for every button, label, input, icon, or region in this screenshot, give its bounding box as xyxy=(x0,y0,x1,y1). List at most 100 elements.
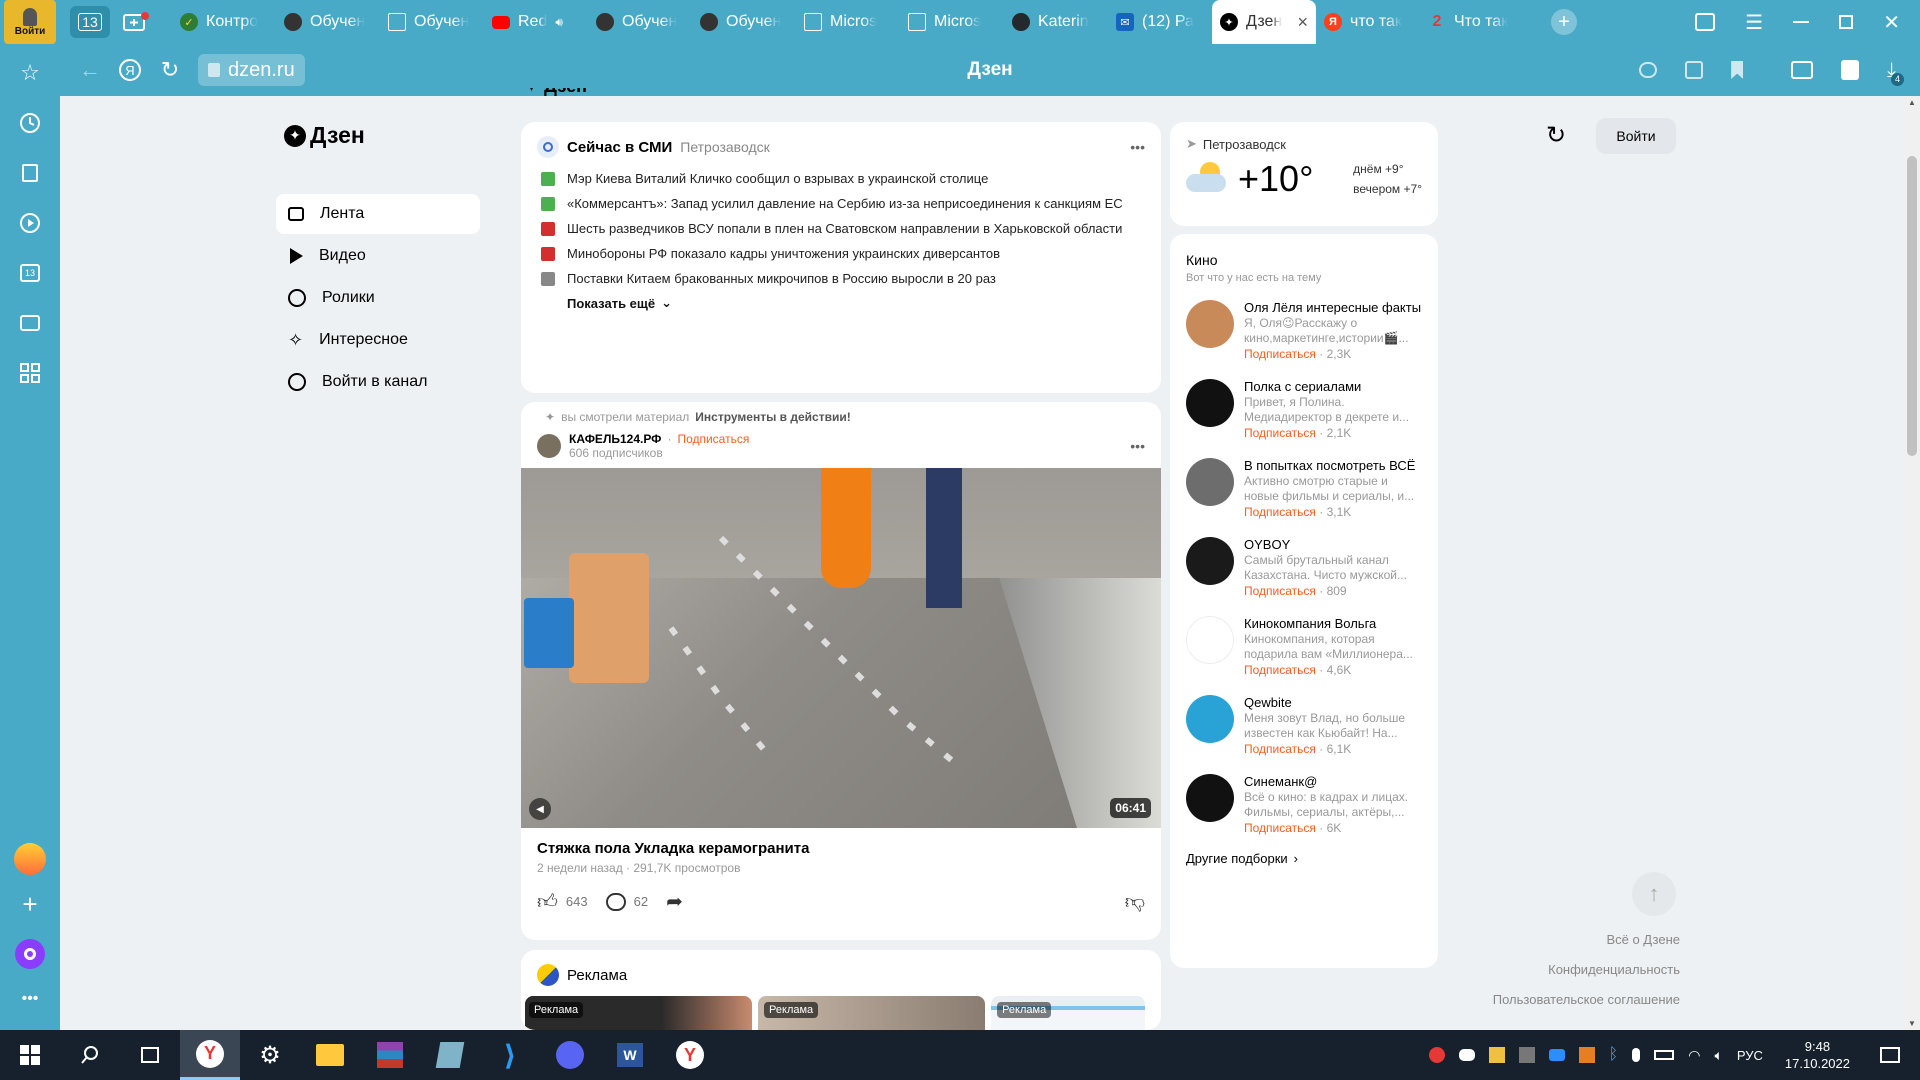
news-item[interactable]: Минобороны РФ показало кадры уничтожения… xyxy=(541,245,1145,262)
tab-8[interactable]: Micros xyxy=(900,0,1004,44)
microphone-icon[interactable] xyxy=(1632,1048,1641,1062)
dzen-logo[interactable]: ✦ Дзен xyxy=(284,122,365,149)
channel-avatar[interactable] xyxy=(537,434,561,458)
tab-1[interactable]: ✓ Контро xyxy=(172,0,276,44)
channel-avatar[interactable] xyxy=(1186,458,1234,506)
subscribe-link[interactable]: Подписаться xyxy=(1244,821,1316,835)
tab-3[interactable]: Обучен xyxy=(380,0,484,44)
tab-10[interactable]: ✉ (12) Ра xyxy=(1108,0,1212,44)
other-collections-link[interactable]: Другие подборки › xyxy=(1186,851,1422,866)
ad-tile[interactable]: Реклама xyxy=(525,996,753,1030)
sidebar-item-video[interactable]: Видео xyxy=(276,236,480,276)
tray-app-icon[interactable] xyxy=(1578,1047,1595,1063)
share-icon[interactable]: ➦ xyxy=(666,889,683,914)
channel-name[interactable]: OYBOY xyxy=(1244,537,1424,553)
channel-avatar[interactable] xyxy=(1186,695,1234,743)
sidebar-item-interesting[interactable]: ✧ Интересное xyxy=(276,320,480,360)
new-tab-button[interactable]: + xyxy=(1542,9,1586,35)
subscribe-link[interactable]: Подписаться xyxy=(1244,347,1316,361)
refresh-icon[interactable]: ↻ xyxy=(1546,122,1574,150)
ad-tile[interactable]: Реклама xyxy=(758,996,986,1030)
dislike-icon[interactable]: 👎︎ xyxy=(1125,890,1145,914)
channel-name[interactable]: В попытках посмотреть ВСЁ xyxy=(1244,458,1424,474)
footer-terms-link[interactable]: Пользовательское соглашение xyxy=(1493,992,1680,1007)
scrollbar-thumb[interactable] xyxy=(1907,156,1917,456)
channel-item[interactable]: Кинокомпания Вольга Кинокомпания, которая… xyxy=(1186,616,1422,678)
channel-name[interactable]: КАФЕЛЬ124.РФ xyxy=(569,432,661,446)
reader-icon[interactable] xyxy=(1791,61,1814,79)
tab-12[interactable]: Ячто так xyxy=(1316,0,1420,44)
bluetooth-icon[interactable]: ᛒ xyxy=(1609,1046,1619,1064)
news-item[interactable]: Мэр Киева Виталий Кличко сообщил о взрыв… xyxy=(541,170,1145,187)
speaker-icon[interactable]: 🔊︎ xyxy=(555,15,563,30)
search-icon[interactable] xyxy=(60,1030,120,1080)
scrollbar[interactable]: ▲ ▼ xyxy=(1904,96,1920,1030)
zoom-tray-icon[interactable] xyxy=(1548,1049,1565,1061)
orange-app-icon[interactable] xyxy=(0,834,60,884)
tray-app-icon[interactable] xyxy=(1518,1047,1535,1063)
channel-item[interactable]: OYBOY Самый брутальный канал Казахстана. … xyxy=(1186,537,1422,599)
tab-4[interactable]: Red 🔊︎ xyxy=(484,0,588,44)
close-tab-icon[interactable]: × xyxy=(1297,12,1308,33)
minimize-icon[interactable] xyxy=(1793,21,1810,23)
scroll-down-arrow[interactable]: ▼ xyxy=(1904,1019,1920,1028)
news-item[interactable]: «Коммерсантъ»: Запад усилил давление на … xyxy=(541,195,1145,212)
notebook-app-icon[interactable] xyxy=(420,1030,480,1080)
tab-2[interactable]: Обучен xyxy=(276,0,380,44)
apps-grid-icon[interactable] xyxy=(0,348,60,398)
url-field[interactable]: dzen.ru xyxy=(198,54,305,86)
screenshot-icon[interactable] xyxy=(0,298,60,348)
subscribe-link[interactable]: Подписаться xyxy=(1244,505,1316,519)
profile-button[interactable]: Войти xyxy=(4,0,56,44)
channel-avatar[interactable] xyxy=(1186,537,1234,585)
vscode-icon[interactable]: ⟩ xyxy=(480,1030,540,1080)
subscribe-link[interactable]: Подписаться xyxy=(1244,663,1316,677)
back-icon[interactable]: ← xyxy=(70,50,110,90)
notifications-icon[interactable] xyxy=(1880,1047,1900,1063)
extension-icon[interactable] xyxy=(1685,61,1704,79)
scroll-to-top-button[interactable]: ↑ xyxy=(1632,872,1676,916)
channel-name[interactable]: Оля Лёля интересные факты xyxy=(1244,300,1424,316)
close-window-icon[interactable]: ✕ xyxy=(1883,10,1900,35)
bookmarks-star-icon[interactable]: ☆ xyxy=(0,48,60,98)
sidebar-item-login-channel[interactable]: Войти в канал xyxy=(276,362,480,402)
language-indicator[interactable]: РУС xyxy=(1737,1048,1763,1063)
add-panel-icon[interactable]: + xyxy=(0,879,60,929)
channel-avatar[interactable] xyxy=(1186,616,1234,664)
login-button[interactable]: Войти xyxy=(1596,118,1676,154)
yandex-y-icon[interactable]: Я xyxy=(110,50,150,90)
tab-5[interactable]: Обучен xyxy=(588,0,692,44)
tab-9[interactable]: Katerin xyxy=(1004,0,1108,44)
tab-11[interactable]: ✦ Дзен × xyxy=(1212,0,1316,44)
channel-avatar[interactable] xyxy=(1186,379,1234,427)
channel-item[interactable]: Qewbite Меня зовут Влад, но больше извест… xyxy=(1186,695,1422,757)
menu-icon[interactable]: ☰ xyxy=(1745,10,1763,35)
mute-icon[interactable]: ◀ xyxy=(529,798,551,820)
collections-icon[interactable] xyxy=(1695,13,1716,31)
chat-icon[interactable] xyxy=(1639,62,1658,78)
channel-item[interactable]: Оля Лёля интересные факты Я, Оля😉Расскажу… xyxy=(1186,300,1422,362)
channel-avatar[interactable] xyxy=(1186,774,1234,822)
footer-about-link[interactable]: Всё о Дзене xyxy=(1606,932,1680,947)
word-icon[interactable]: W xyxy=(600,1030,660,1080)
footer-privacy-link[interactable]: Конфиденциальность xyxy=(1548,962,1680,977)
task-view-icon[interactable] xyxy=(120,1030,180,1080)
weather-card[interactable]: ➤ Петрозаводск +10° днём +9° вечером +7° xyxy=(1170,122,1438,226)
alice-icon[interactable] xyxy=(0,929,60,979)
channel-item[interactable]: Синеманк@ Всё о кино: в кадрах и лицах. Ф… xyxy=(1186,774,1422,836)
tray-app-icon[interactable] xyxy=(1428,1047,1445,1063)
channel-name[interactable]: Полка с сериалами xyxy=(1244,379,1424,395)
show-more-button[interactable]: Показать ещё ⌄ xyxy=(567,295,1145,311)
winrar-icon[interactable] xyxy=(360,1030,420,1080)
channel-name[interactable]: Синеманк@ xyxy=(1244,774,1424,790)
calendar-icon[interactable]: 13 xyxy=(0,248,60,298)
channel-name[interactable]: Кинокомпания Вольга xyxy=(1244,616,1424,632)
comment-icon[interactable] xyxy=(605,892,626,911)
tab-6[interactable]: Обучен xyxy=(692,0,796,44)
settings-gear-icon[interactable]: ⚙ xyxy=(240,1030,300,1080)
file-explorer-icon[interactable] xyxy=(300,1030,360,1080)
channel-name[interactable]: Qewbite xyxy=(1244,695,1424,711)
wifi-icon[interactable]: ◠ xyxy=(1688,1047,1700,1064)
battery-icon[interactable] xyxy=(1654,1050,1675,1060)
windows-start-icon[interactable] xyxy=(0,1030,60,1080)
